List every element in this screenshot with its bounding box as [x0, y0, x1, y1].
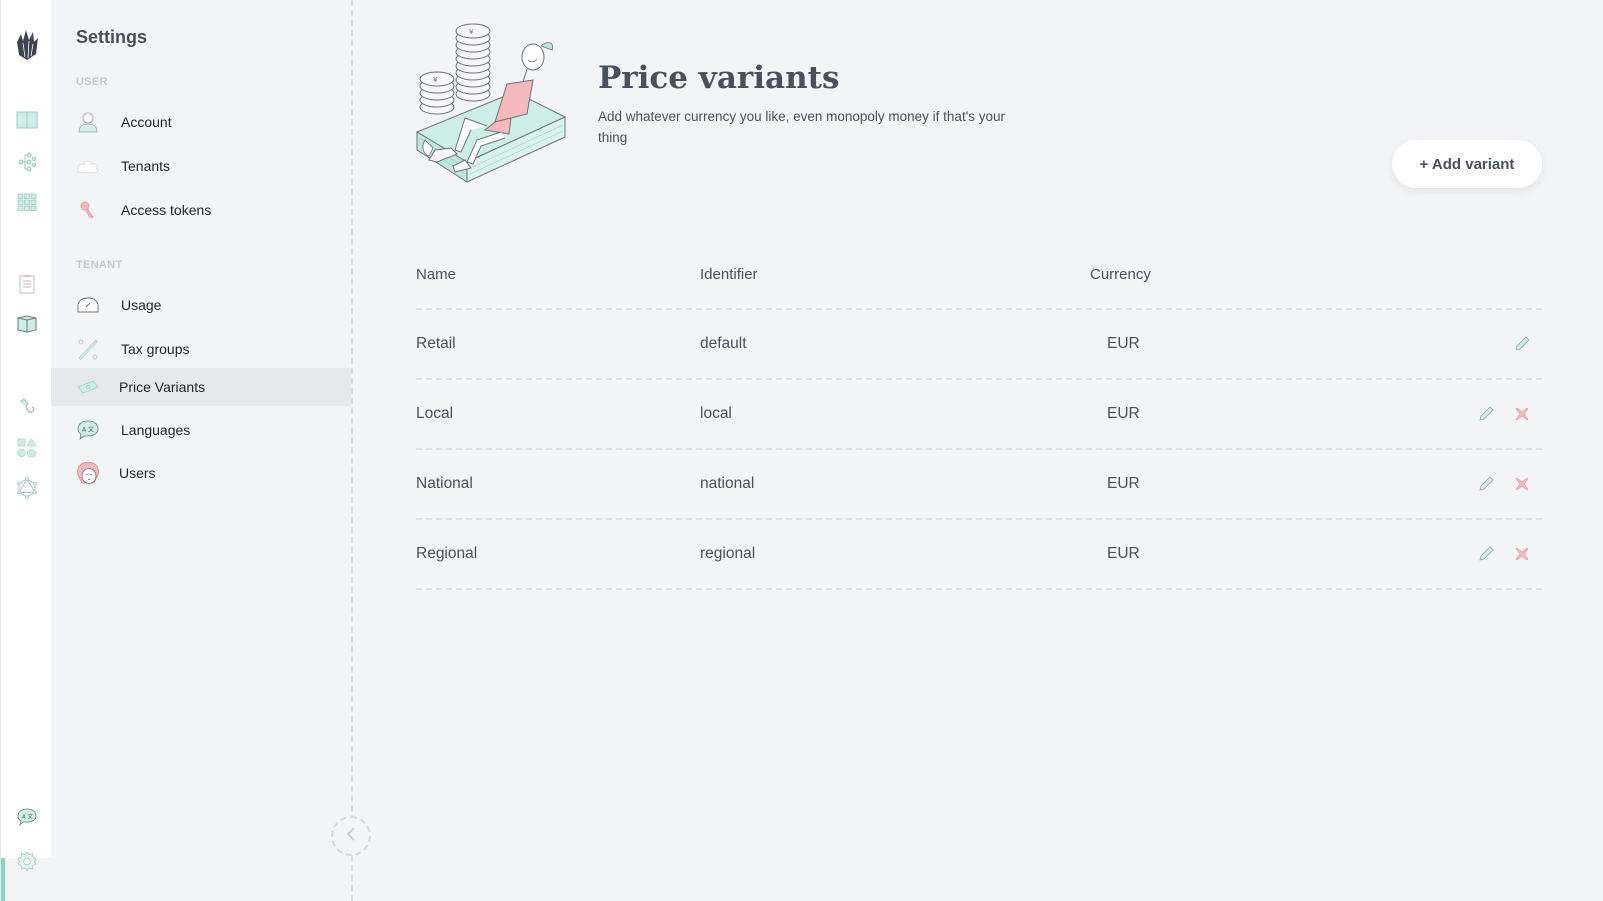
cell-identifier: regional: [700, 545, 756, 562]
cell-currency: EUR: [1107, 475, 1140, 492]
sidebar-item-access-tokens[interactable]: Access tokens: [51, 190, 351, 230]
edit-pencil-icon[interactable]: [1512, 334, 1532, 354]
edit-pencil-icon[interactable]: [1476, 404, 1496, 424]
sidebar-item-languages[interactable]: A 文 Languages: [51, 410, 351, 450]
table-row: Regional regional EUR: [416, 520, 1542, 590]
sidebar-item-label: Price Variants: [119, 379, 206, 395]
sidebar-item-usage[interactable]: Usage: [51, 285, 351, 325]
svg-text:¥: ¥: [469, 28, 474, 36]
sidebar-item-tax-groups[interactable]: Tax groups: [51, 329, 351, 369]
sidebar-item-label: Tax groups: [121, 341, 190, 357]
product-box-icon[interactable]: [15, 312, 39, 336]
page-description: Add whatever currency you like, even mon…: [598, 109, 1006, 145]
table-row: National national EUR: [416, 450, 1542, 520]
language-bubble-icon: A 文: [76, 418, 100, 442]
sidebar-item-label: Access tokens: [121, 202, 212, 218]
cell-currency: EUR: [1107, 335, 1140, 352]
cell-currency: EUR: [1107, 405, 1140, 422]
sidebar-item-account[interactable]: Account: [51, 102, 351, 142]
rail-active-indicator: [1, 858, 5, 901]
section-label-user: USER: [76, 76, 108, 88]
page-title: Price variants: [598, 60, 840, 96]
cell-identifier: default: [700, 335, 747, 352]
delete-x-icon[interactable]: [1512, 474, 1532, 494]
gauge-icon: [76, 293, 100, 317]
delete-x-icon[interactable]: [1512, 404, 1532, 424]
orders-clipboard-icon[interactable]: [15, 272, 39, 296]
banknote-icon: [76, 375, 100, 399]
key-icon: [76, 198, 100, 222]
cell-name: National: [416, 475, 473, 492]
delete-x-icon[interactable]: [1512, 544, 1532, 564]
sidebar-item-label: Languages: [121, 422, 191, 438]
edit-pencil-icon[interactable]: [1476, 474, 1496, 494]
logo-icon[interactable]: [14, 28, 40, 62]
sidebar-title: Settings: [76, 27, 148, 47]
money-illustration: ¥ ¥: [415, 22, 575, 192]
settings-gear-icon[interactable]: [15, 849, 39, 873]
cell-name: Retail: [416, 335, 456, 352]
svg-text:A 文: A 文: [82, 426, 94, 434]
sidebar-item-label: Account: [121, 114, 172, 130]
sidebar-item-label: Tenants: [121, 158, 171, 174]
svg-text:A 文: A 文: [22, 813, 34, 821]
webhook-icon[interactable]: [15, 395, 39, 419]
grid-icon[interactable]: [15, 190, 39, 214]
cell-currency: EUR: [1107, 545, 1140, 562]
percent-icon: [76, 337, 100, 361]
column-header-identifier: Identifier: [700, 266, 758, 283]
column-header-currency: Currency: [1090, 266, 1151, 283]
sidebar-item-label: Usage: [121, 297, 162, 313]
shapes-icon[interactable]: [15, 436, 39, 460]
price-variants-table: Name Identifier Currency Retail default …: [416, 250, 1542, 590]
table-row: Local local EUR: [416, 380, 1542, 450]
svg-text:¥: ¥: [433, 76, 438, 84]
table-header: Name Identifier Currency: [416, 250, 1542, 310]
cloud-icon: [76, 154, 100, 178]
cell-identifier: local: [700, 405, 732, 422]
graphql-icon[interactable]: [15, 476, 39, 500]
settings-sidebar: Settings USER Account Tenants Access tok…: [51, 0, 353, 901]
cell-name: Local: [416, 405, 454, 422]
sidebar-item-tenants[interactable]: Tenants: [51, 146, 351, 186]
main-content: ¥ ¥ Price variants Add whatever currency…: [355, 0, 1603, 901]
catalogue-book-icon[interactable]: [15, 108, 39, 132]
sidebar-item-price-variants[interactable]: Price Variants: [51, 368, 351, 406]
language-icon[interactable]: A 文: [15, 805, 39, 829]
cell-name: Regional: [416, 545, 478, 562]
column-header-name: Name: [416, 266, 457, 283]
user-icon: [76, 110, 100, 134]
sidebar-item-users[interactable]: Users: [51, 453, 351, 493]
table-row: Retail default EUR: [416, 310, 1542, 380]
edit-pencil-icon[interactable]: [1476, 544, 1496, 564]
cell-identifier: national: [700, 475, 755, 492]
tree-icon[interactable]: [15, 150, 39, 174]
section-label-tenant: TENANT: [76, 259, 123, 271]
sidebar-item-label: Users: [119, 465, 156, 481]
add-variant-button[interactable]: + Add variant: [1392, 140, 1542, 188]
icon-rail: A 文: [0, 0, 52, 901]
users-avatar-icon: [76, 461, 100, 485]
